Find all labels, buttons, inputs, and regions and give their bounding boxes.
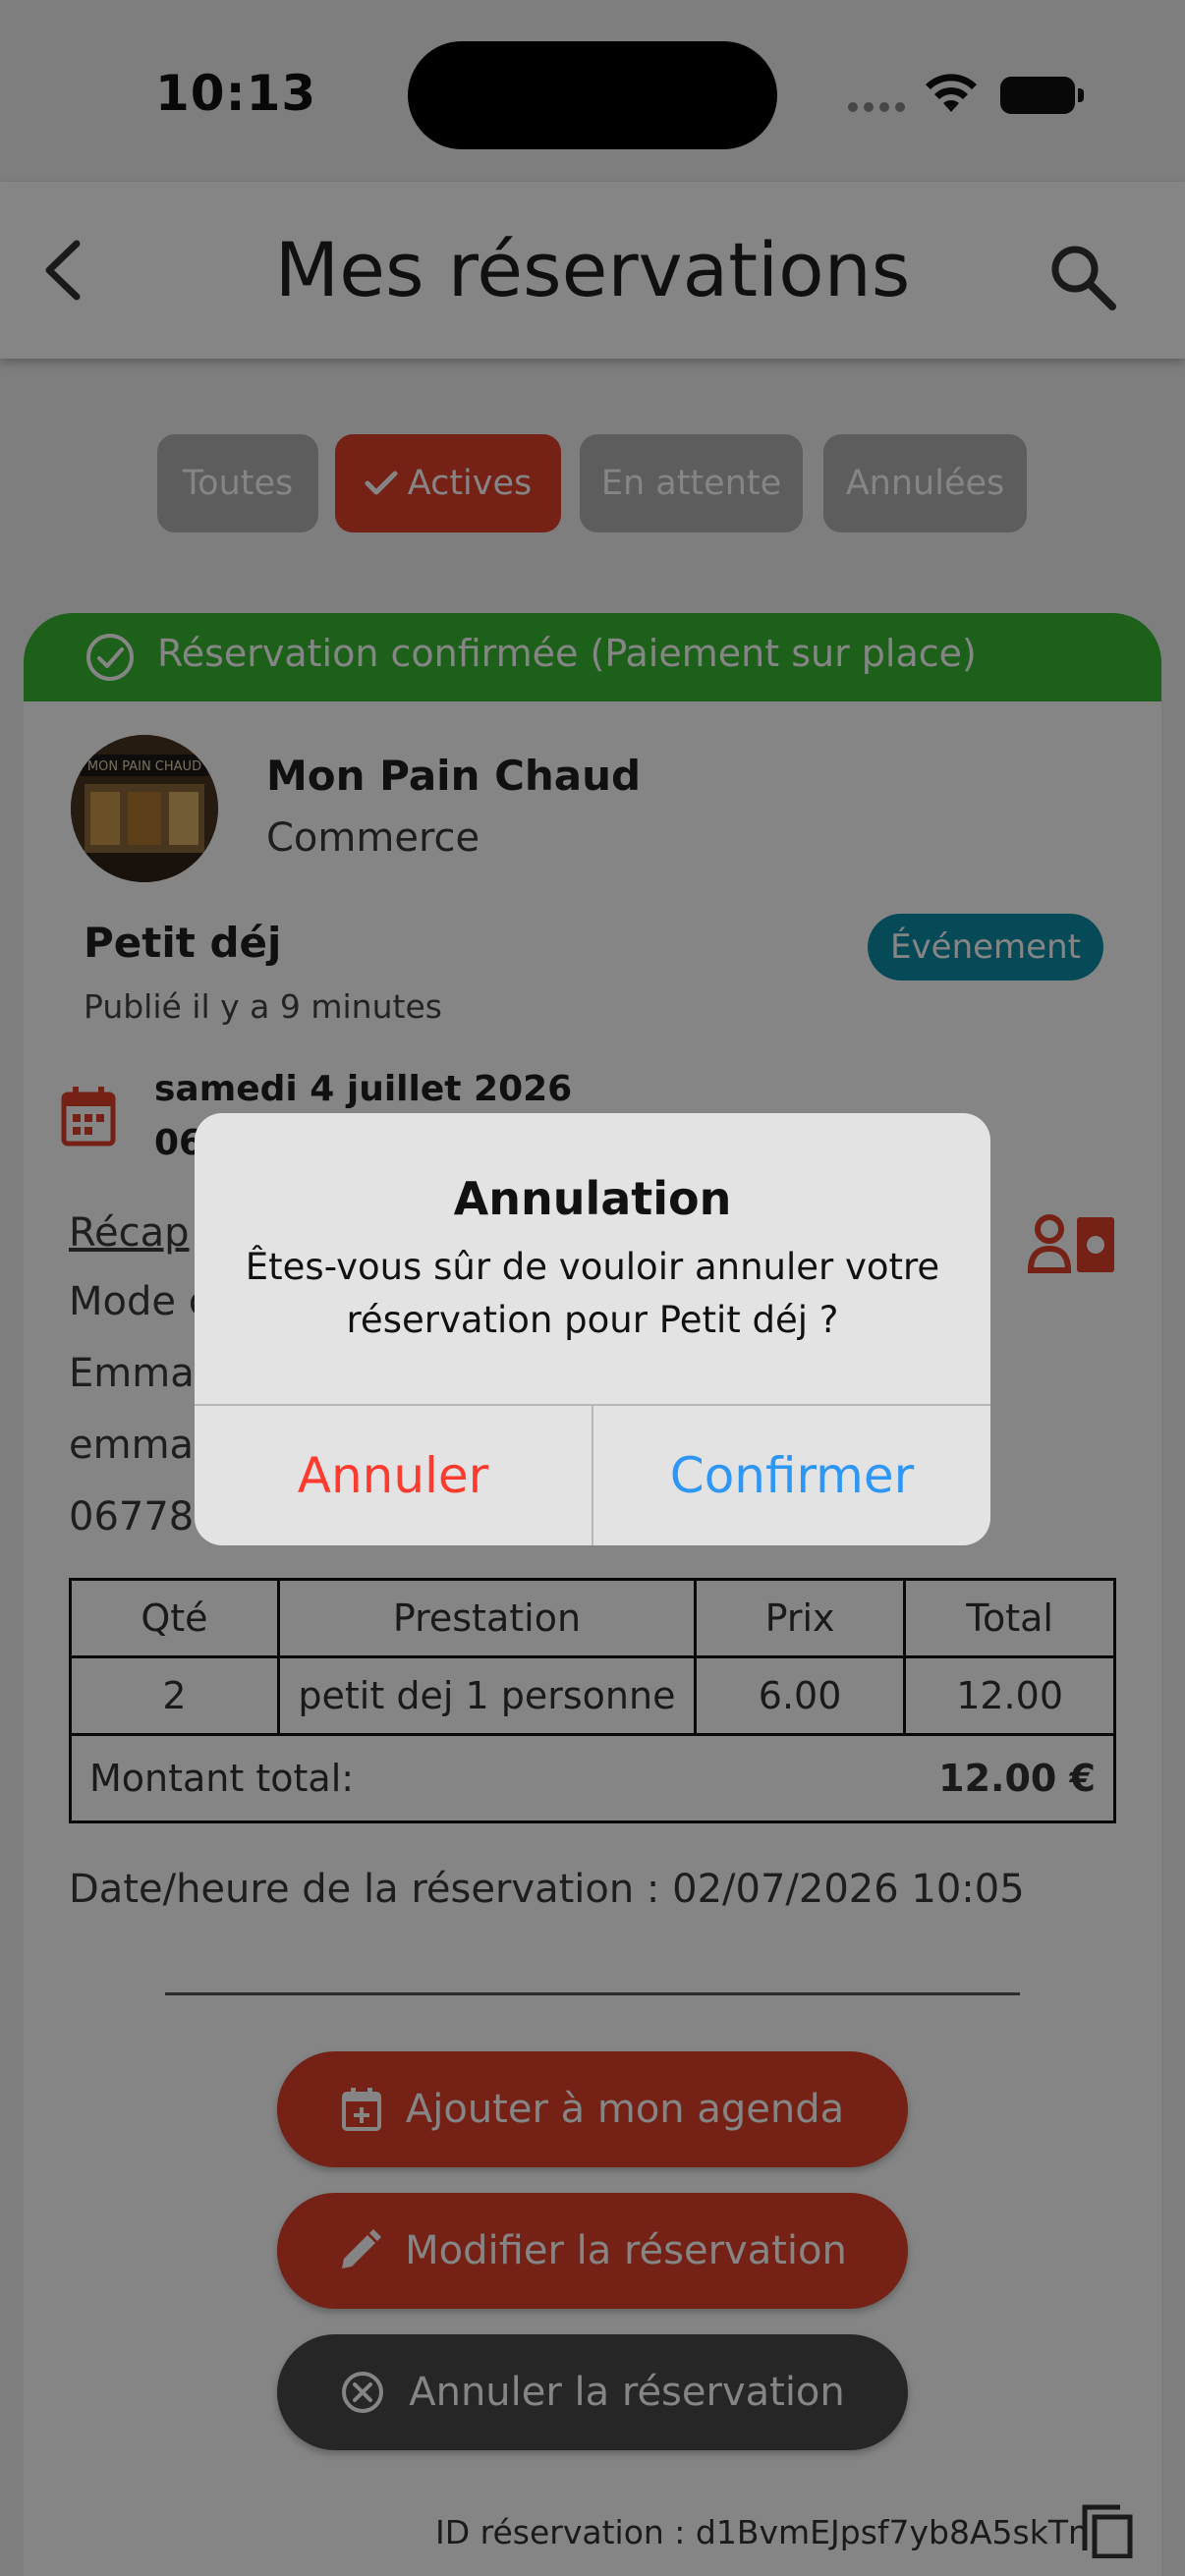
dialog-message: Êtes-vous sûr de vouloir annuler votre r…	[245, 1246, 940, 1341]
dialog-title: Annulation	[453, 1172, 732, 1225]
cancel-confirmation-dialog: Annulation Êtes-vous sûr de vouloir annu…	[195, 1113, 990, 1545]
screen: 10:13 Mes réservations Toutes Actives En…	[0, 0, 1185, 2576]
dialog-confirm-button[interactable]: Confirmer	[593, 1406, 990, 1545]
dialog-cancel-button[interactable]: Annuler	[195, 1406, 592, 1545]
